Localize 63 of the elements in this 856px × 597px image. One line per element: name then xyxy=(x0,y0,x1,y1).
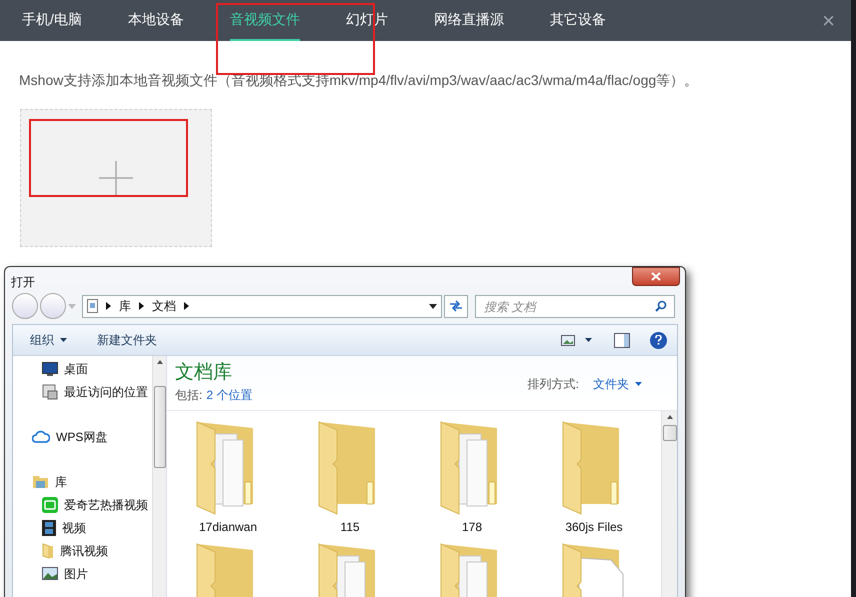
app-logo-icon xyxy=(42,496,58,512)
document-icon xyxy=(87,299,98,313)
back-button[interactable] xyxy=(12,293,38,319)
search-field[interactable]: 搜索 文档 xyxy=(475,295,675,318)
dropdown-arrow-icon xyxy=(68,304,76,308)
monitor-icon xyxy=(42,362,58,376)
nav-item[interactable]: 爱奇艺热播视频 xyxy=(13,493,152,516)
search-icon xyxy=(655,300,667,312)
preview-pane-button[interactable] xyxy=(614,332,630,348)
tab[interactable]: 本地设备 xyxy=(128,0,184,41)
triangle-right-icon xyxy=(139,302,144,310)
breadcrumb-item[interactable]: 文档 xyxy=(152,297,176,315)
locations-link[interactable]: 2 个位置 xyxy=(206,386,252,404)
nav-item[interactable]: 图片 xyxy=(13,562,152,585)
folder-item[interactable]: 178 xyxy=(417,420,527,536)
refresh-button[interactable] xyxy=(444,294,468,318)
refresh-arrows-icon xyxy=(449,300,463,312)
view-options-button[interactable] xyxy=(561,334,592,346)
tab[interactable]: 其它设备 xyxy=(550,0,606,41)
triangle-right-icon xyxy=(184,302,189,310)
tab[interactable]: 音视频文件 xyxy=(230,0,300,41)
arrange-by-label: 排列方式: xyxy=(528,376,579,393)
caret-icon xyxy=(585,338,592,342)
nav-item[interactable]: 最近访问的位置 xyxy=(13,380,152,403)
folder-item[interactable]: 360js Files xyxy=(539,420,649,536)
nav-item[interactable]: 库 xyxy=(13,470,152,493)
library-folder-icon xyxy=(32,474,49,489)
help-button[interactable] xyxy=(650,332,667,348)
caret-icon xyxy=(635,382,642,386)
film-icon xyxy=(42,520,56,536)
triangle-right-icon xyxy=(106,302,111,310)
organize-menu-button[interactable]: 组织 xyxy=(30,331,67,349)
dropdown-arrow-icon xyxy=(429,304,437,308)
close-button[interactable] xyxy=(632,267,680,286)
plus-icon xyxy=(99,161,133,195)
caret-icon xyxy=(60,338,67,342)
question-mark-icon xyxy=(655,335,662,345)
library-title: 文档库 xyxy=(175,362,233,384)
tab[interactable]: 手机/电脑 xyxy=(22,0,82,41)
arrange-by-dropdown[interactable]: 文件夹 xyxy=(593,375,642,393)
picture-icon xyxy=(561,334,575,346)
forward-button[interactable] xyxy=(40,293,66,319)
breadcrumb-item[interactable]: 库 xyxy=(119,297,131,315)
recent-places-icon xyxy=(42,384,58,400)
scrollbar[interactable] xyxy=(152,356,166,597)
nav-item[interactable]: 视频 xyxy=(13,516,152,539)
nav-item[interactable]: WPS网盘 xyxy=(13,425,152,448)
tab[interactable]: 网络直播源 xyxy=(434,0,504,41)
tab[interactable]: 幻灯片 xyxy=(346,0,388,41)
folder-icon xyxy=(42,542,54,558)
folder-item[interactable]: 115 xyxy=(295,420,405,536)
picture-icon xyxy=(42,567,58,580)
add-file-tile[interactable] xyxy=(20,109,212,247)
new-folder-button[interactable]: 新建文件夹 xyxy=(97,331,157,349)
close-icon xyxy=(651,272,661,281)
nav-item[interactable]: 腾讯视频 xyxy=(13,539,152,562)
address-bar[interactable]: 库 文档 xyxy=(82,294,442,318)
dialog-title: 打开 xyxy=(11,274,35,291)
scrollbar[interactable] xyxy=(661,411,677,597)
cloud-icon xyxy=(32,430,50,443)
nav-item[interactable]: 桌面 xyxy=(13,357,152,380)
folder-item[interactable]: 17dianwan xyxy=(173,420,283,536)
includes-label: 包括: xyxy=(175,387,202,404)
